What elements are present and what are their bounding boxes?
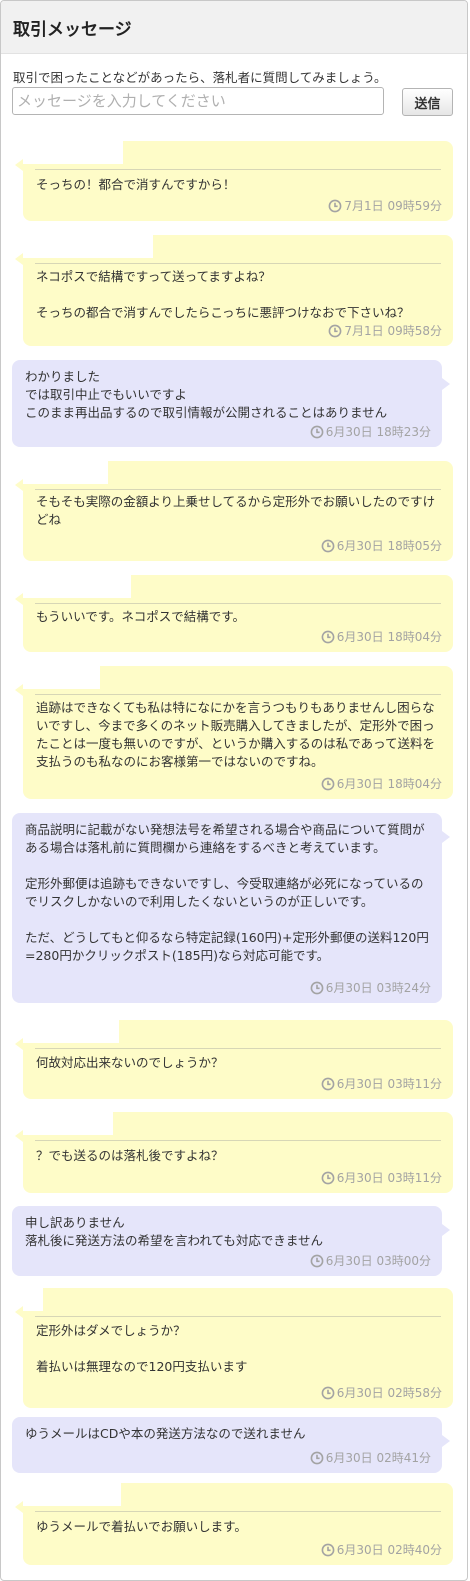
timestamp-text: 6月30日 18時04分	[336, 630, 442, 644]
timestamp-text: 6月30日 18時23分	[325, 425, 431, 439]
clock-icon	[321, 1386, 337, 1400]
divider	[35, 603, 441, 604]
clock-icon	[321, 1077, 337, 1091]
clock-icon	[310, 981, 326, 995]
buyer-message: ゆうメールで着払いでお願いします。 6月30日 02時40分	[15, 1483, 453, 1565]
message-text: ゆうメールで着払いでお願いします。	[36, 1519, 247, 1534]
seller-message: ゆうメールはCDや本の発送方法なので送れません 6月30日 02時41分	[12, 1417, 450, 1473]
message-timestamp: 6月30日 02時58分	[321, 1384, 442, 1402]
timestamp-text: 6月30日 03時00分	[325, 1254, 431, 1268]
divider	[35, 1140, 441, 1141]
buyer-message: ネコポスで結構ですって送ってますよね？ そっちの都合で消すんでしたらこっちに悪評…	[15, 235, 453, 346]
buyer-message: ？でも送るのは落札後ですよね？ 6月30日 03時11分	[15, 1112, 453, 1193]
hidden-username-area	[23, 575, 131, 598]
hidden-username-area	[23, 1020, 119, 1043]
clock-icon	[321, 539, 337, 553]
message-text: 申し訳ありません 落札後に発送方法の希望を言われても対応できません	[25, 1215, 324, 1248]
message-timestamp: 6月30日 18時05分	[321, 537, 442, 555]
divider	[35, 489, 441, 490]
timestamp-text: 6月30日 03時11分	[336, 1077, 442, 1091]
timestamp-text: 7月1日 09時59分	[344, 199, 442, 213]
message-text: 追跡はできなくても私は特になにかを言うつもりもありませんし困らないですし、今まで…	[36, 700, 436, 769]
message-text: ネコポスで結構ですって送ってますよね？ そっちの都合で消すんでしたらこっちに悪評…	[36, 269, 410, 320]
hidden-username-area	[23, 141, 123, 164]
timestamp-text: 7月1日 09時58分	[344, 324, 442, 338]
panel-header: 取引メッセージ	[1, 1, 467, 54]
timestamp-text: 6月30日 02時41分	[325, 1451, 431, 1465]
timestamp-text: 6月30日 02時58分	[336, 1386, 442, 1400]
clock-icon	[328, 199, 344, 213]
buyer-message: 何故対応出来ないのでしょうか？ 6月30日 03時11分	[15, 1020, 453, 1099]
hidden-username-area	[23, 666, 100, 689]
clock-icon	[310, 1254, 326, 1268]
clock-icon	[310, 425, 326, 439]
message-input[interactable]	[12, 87, 384, 115]
buyer-message: 追跡はできなくても私は特になにかを言うつもりもありませんし困らないですし、今まで…	[15, 666, 453, 799]
hidden-username-area	[23, 235, 153, 258]
message-timestamp: 7月1日 09時58分	[328, 322, 442, 340]
message-timestamp: 6月30日 03時11分	[321, 1169, 442, 1187]
divider	[35, 169, 441, 170]
buyer-message: そっちの！都合で消すんですから！ 7月1日 09時59分	[15, 141, 453, 221]
timestamp-text: 6月30日 03時11分	[336, 1171, 442, 1185]
buyer-message: もういいです。ネコポスで結構です。 6月30日 18時04分	[15, 575, 453, 652]
intro-text: 取引で困ったことなどがあったら、落札者に質問してみましょう。	[13, 70, 387, 85]
message-timestamp: 6月30日 03時24分	[310, 979, 431, 997]
buyer-message: そもそも実際の金額より上乗せしてるから定形外でお願いしたのですけどね 6月30日 …	[15, 461, 453, 561]
clock-icon	[310, 1451, 326, 1465]
divider	[35, 263, 441, 264]
message-timestamp: 7月1日 09時59分	[328, 197, 442, 215]
seller-message: わかりました では取引中止でもいいですよ このまま再出品するので取引情報が公開さ…	[12, 360, 450, 447]
message-timestamp: 6月30日 18時04分	[321, 775, 442, 793]
divider	[35, 1316, 441, 1317]
seller-message: 申し訳ありません 落札後に発送方法の希望を言われても対応できません 6月30日 0…	[12, 1206, 450, 1276]
hidden-username-area	[23, 1288, 43, 1311]
compose-area: 送信	[1, 87, 467, 127]
timestamp-text: 6月30日 18時04分	[336, 777, 442, 791]
message-timestamp: 6月30日 02時40分	[321, 1541, 442, 1559]
message-text: 商品説明に記載がない発想法号を希望される場合や商品について質問がある場合は落札前…	[25, 822, 429, 963]
timestamp-text: 6月30日 02時40分	[336, 1543, 442, 1557]
message-timestamp: 6月30日 02時41分	[310, 1449, 431, 1467]
buyer-message: 定形外はダメでしょうか？ 着払いは無理なので120円支払います 6月30日 02時…	[15, 1288, 453, 1408]
message-text: ゆうメールはCDや本の発送方法なので送れません	[25, 1426, 306, 1441]
message-text: 何故対応出来ないのでしょうか？	[36, 1055, 224, 1070]
message-timestamp: 6月30日 18時23分	[310, 423, 431, 441]
clock-icon	[328, 324, 344, 338]
divider	[35, 1511, 441, 1512]
message-text: 定形外はダメでしょうか？ 着払いは無理なので120円支払います	[36, 1323, 248, 1374]
message-timestamp: 6月30日 18時04分	[321, 628, 442, 646]
clock-icon	[321, 777, 337, 791]
clock-icon	[321, 1171, 337, 1185]
clock-icon	[321, 1543, 337, 1557]
message-text: わかりました では取引中止でもいいですよ このまま再出品するので取引情報が公開さ…	[25, 369, 388, 420]
divider	[35, 694, 441, 695]
hidden-username-area	[23, 1112, 113, 1135]
seller-message: 商品説明に記載がない発想法号を希望される場合や商品について質問がある場合は落札前…	[12, 813, 450, 1003]
timestamp-text: 6月30日 03時24分	[325, 981, 431, 995]
hidden-username-area	[23, 461, 108, 484]
timestamp-text: 6月30日 18時05分	[336, 539, 442, 553]
send-button[interactable]: 送信	[402, 88, 453, 116]
trade-message-panel: 取引メッセージ 取引で困ったことなどがあったら、落札者に質問してみましょう。 送…	[0, 0, 468, 1581]
message-text: そもそも実際の金額より上乗せしてるから定形外でお願いしたのですけどね	[36, 494, 436, 527]
message-timestamp: 6月30日 03時00分	[310, 1252, 431, 1270]
message-text: ？でも送るのは落札後ですよね？	[36, 1148, 224, 1163]
divider	[35, 1048, 441, 1049]
clock-icon	[321, 630, 337, 644]
hidden-username-area	[23, 1483, 121, 1506]
message-text: そっちの！都合で消すんですから！	[36, 177, 236, 192]
message-timestamp: 6月30日 03時11分	[321, 1075, 442, 1093]
page-title: 取引メッセージ	[13, 19, 132, 40]
message-text: もういいです。ネコポスで結構です。	[36, 609, 246, 624]
